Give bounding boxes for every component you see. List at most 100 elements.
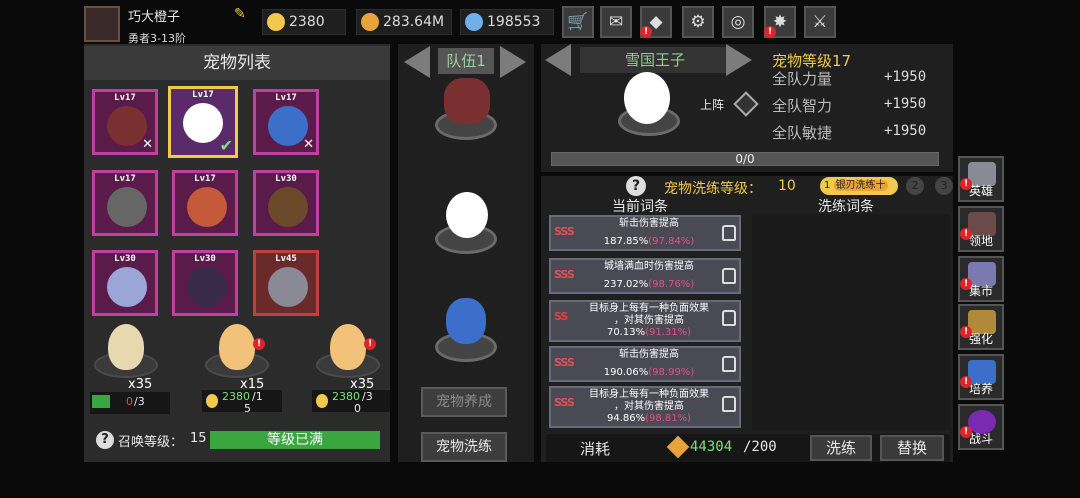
shop-cart-icon[interactable]: 🛒 [562, 6, 594, 38]
lock-icon[interactable] [722, 225, 736, 241]
side-menu-enhance[interactable]: 强化 ! [958, 304, 1004, 350]
trait-value: 70.13%(91.31%) [575, 327, 723, 338]
pet-card[interactable]: Lv30 [92, 250, 158, 316]
side-menu-cultivate[interactable]: 培养 ! [958, 354, 1004, 400]
egg-icon[interactable] [108, 324, 144, 370]
refine-level-label: 宠物洗练等级： [664, 181, 762, 197]
player-avatar[interactable] [84, 6, 120, 42]
xp-text: 0/0 [735, 152, 755, 166]
wolf-pet-icon [107, 187, 147, 227]
prev-team-arrow-icon[interactable] [404, 46, 430, 78]
mail-icon[interactable]: ✉ [600, 6, 632, 38]
gold-amount: 2380 [289, 14, 325, 30]
pet-card[interactable]: Lv17 ✕ [92, 89, 158, 155]
pet-card[interactable]: Lv17 [92, 170, 158, 236]
summon-level-bar: 等级已满 [210, 431, 380, 449]
trait-value: 94.86%(98.81%) [575, 413, 723, 424]
team-label: 队伍1 [438, 48, 494, 74]
trait-rank-icon: SS [554, 310, 568, 323]
alert-badge: ! [640, 26, 652, 38]
trait-row[interactable]: SSS 斩击伤害提高 190.06%(98.99%) [549, 346, 741, 382]
egg-progress-total: /1 [252, 390, 263, 403]
cost-have: 44304 [690, 439, 733, 455]
snow-prince-pet-icon[interactable] [446, 192, 488, 238]
refine-tab-2[interactable]: 2 [906, 177, 924, 195]
pet-card[interactable]: Lv17 [172, 170, 238, 236]
genie-pet-icon [268, 106, 308, 146]
color-wheel-icon[interactable]: ◎ [722, 6, 754, 38]
pet-card[interactable]: Lv30 [172, 250, 238, 316]
trait-name-line2: ，对其伤害提高 [614, 401, 684, 412]
pet-refine-button[interactable]: 宠物洗练 [421, 432, 507, 462]
trait-row[interactable]: SSS 目标身上每有一种负面效果 ，对其伤害提高 94.86%(98.81%) [549, 386, 741, 428]
pet-card[interactable]: Lv45 [253, 250, 319, 316]
refine-tab-3[interactable]: 3 [935, 177, 953, 195]
equipped-check-icon: ✔ [219, 136, 233, 155]
trait-value-percent: (98.99%) [648, 367, 695, 378]
next-team-arrow-icon[interactable] [500, 46, 526, 78]
snow-prince-pet-icon [183, 103, 223, 143]
genie-pet-icon[interactable] [446, 298, 486, 344]
egg-progress: 2380 /1 5 [202, 390, 282, 415]
settings-gear-icon[interactable]: ⚙ [682, 6, 714, 38]
pet-card[interactable]: Lv30 [253, 170, 319, 236]
trait-row[interactable]: SSS 城墙满血时伤害提高 237.02%(98.76%) [549, 258, 741, 294]
pet-level: Lv30 [275, 174, 297, 184]
pet-raise-button[interactable]: 宠物养成 [421, 387, 507, 417]
egg-icon[interactable]: ! [219, 324, 265, 370]
alert-badge: ! [253, 338, 265, 350]
next-pet-arrow-icon[interactable] [726, 44, 752, 76]
event-icon[interactable]: ✸! [764, 6, 796, 38]
lock-icon[interactable] [722, 310, 736, 326]
replace-button[interactable]: 替换 [880, 435, 944, 461]
gem-icon [465, 13, 483, 31]
refine-button[interactable]: 洗练 [810, 435, 872, 461]
stat-label: 全队智力 [772, 97, 833, 115]
trait-row[interactable]: SSS 斩击伤害提高 187.85%(97.84%) [549, 215, 741, 251]
trait-row[interactable]: SS 目标身上每有一种负面效果 ，对其伤害提高 70.13%(91.31%) [549, 300, 741, 342]
pet-level: Lv45 [275, 254, 297, 264]
gift-icon[interactable]: ◆! [640, 6, 672, 38]
side-menu-territory[interactable]: 领地 ! [958, 206, 1004, 252]
snow-prince-pet-icon [624, 72, 670, 124]
alert-badge: ! [960, 228, 972, 240]
pet-card[interactable]: Lv17 ✕ [253, 89, 319, 155]
side-menu-battle[interactable]: 战斗 ! [958, 404, 1004, 450]
unequipped-x-icon: ✕ [303, 137, 314, 152]
lock-icon[interactable] [722, 396, 736, 412]
help-icon[interactable]: ? [96, 431, 114, 449]
pet-card-selected[interactable]: Lv17 ✔ [168, 86, 238, 158]
cost-need: /200 [743, 439, 777, 455]
prev-pet-arrow-icon[interactable] [545, 44, 571, 76]
side-menu-hero[interactable]: 英雄 ! [958, 156, 1004, 202]
trait-rank-icon: SSS [554, 356, 575, 369]
edit-icon[interactable]: ✎ [234, 6, 246, 22]
help-icon[interactable]: ? [626, 176, 646, 196]
alert-badge: ! [960, 278, 972, 290]
side-menu-market[interactable]: 集市 ! [958, 256, 1004, 302]
egg-icon[interactable]: ! [330, 324, 376, 370]
alert-badge: ! [764, 26, 776, 38]
egg-progress-total: /3 [362, 390, 373, 403]
alert-badge: ! [960, 426, 972, 438]
lock-icon[interactable] [722, 356, 736, 372]
trait-rank-icon: SSS [554, 268, 575, 281]
coin-amount: 283.64M [383, 14, 445, 30]
pet-name: 雪国王子 [580, 47, 730, 73]
lock-icon[interactable] [722, 268, 736, 284]
tab-label: 银刃洗练十 [833, 180, 888, 191]
trait-name: 斩击伤害提高 [619, 349, 679, 360]
pet-level: Lv17 [275, 93, 297, 103]
pet-level: Lv17 [192, 90, 214, 100]
sword-icon[interactable]: ⚔ [804, 6, 836, 38]
refine-level-value: 10 [778, 178, 796, 194]
player-name: 巧大橙子 [128, 10, 181, 25]
tab-number: 1 [824, 180, 831, 191]
dragon-pet-icon[interactable] [444, 78, 490, 124]
egg-progress-total: /3 [134, 395, 145, 408]
trait-name: 目标身上每有一种负面效果 [589, 389, 709, 400]
egg-progress-sub: 5 [244, 402, 251, 415]
trait-name: 城墙满血时伤害提高 [604, 261, 694, 272]
gold-icon [206, 394, 218, 408]
refine-tab-1[interactable]: 1 银刃洗练十 [820, 177, 898, 195]
